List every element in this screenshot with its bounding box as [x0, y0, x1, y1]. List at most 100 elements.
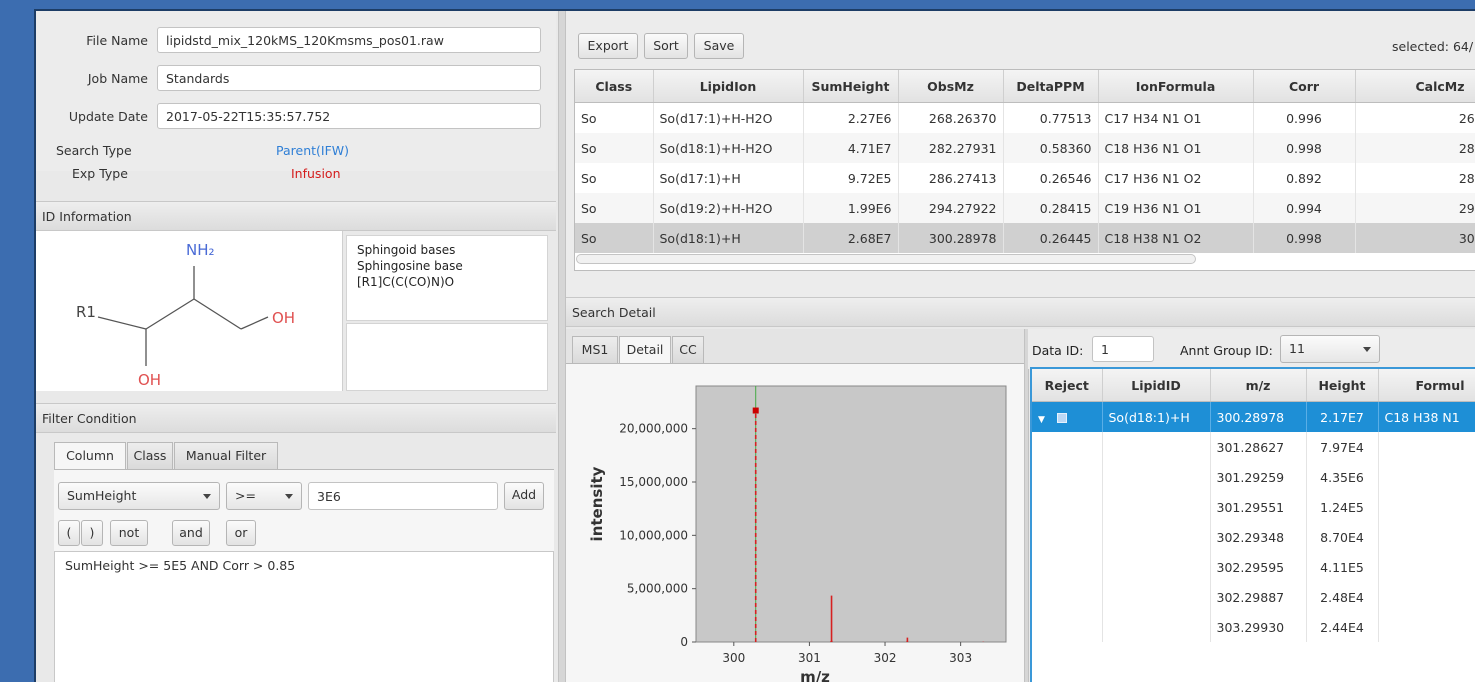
table-cell — [1378, 612, 1475, 642]
table-cell — [1032, 462, 1103, 492]
spectrum-chart[interactable]: 0 5,000,000 10,000,000 15,000,000 20,000,000… — [566, 364, 1024, 682]
tab-cc[interactable]: CC — [672, 336, 704, 364]
open-paren-button[interactable]: ( — [58, 520, 80, 546]
y-tick-label: 20,000,000 — [619, 422, 688, 436]
table-cell: 7.97E4 — [1306, 432, 1379, 462]
table-row[interactable]: 303.29930 2.44E4 — [1032, 612, 1475, 642]
column-header[interactable]: Formul — [1378, 369, 1475, 402]
file-name-field[interactable]: lipidstd_mix_120kMS_120Kmsms_pos01.raw — [157, 27, 541, 53]
filter-condition-header: Filter Condition — [36, 403, 556, 433]
peak-marker — [752, 407, 759, 414]
column-header[interactable]: LipidIon — [653, 70, 804, 103]
id-description: Sphingoid bases Sphingosine base [R1]C(C… — [346, 235, 548, 321]
table-cell: 302.29595 — [1210, 552, 1307, 582]
column-header[interactable]: CalcMz — [1355, 70, 1475, 103]
table-cell — [1032, 552, 1103, 582]
table-cell: 2.27E6 — [803, 102, 899, 133]
column-header[interactable]: LipidID — [1102, 369, 1211, 402]
y-tick-label: 10,000,000 — [619, 528, 688, 542]
column-header[interactable]: SumHeight — [803, 70, 899, 103]
table-cell: So — [575, 133, 654, 163]
column-header[interactable]: m/z — [1210, 369, 1307, 402]
oh-right-label: OH — [272, 309, 296, 327]
table-row[interactable]: ▼ So(d18:1)+H 300.28978 2.17E7 C18 H38 N1 — [1032, 401, 1475, 432]
exp-type-value: Infusion — [291, 166, 341, 181]
table-cell: So(d18:1)+H — [653, 223, 804, 253]
filter-value-input[interactable]: 3E6 — [308, 482, 498, 510]
table-row[interactable]: So So(d17:1)+H 9.72E5 286.27413 0.26546 C17 H… — [575, 163, 1475, 193]
annt-group-label: Annt Group ID: — [1180, 343, 1273, 358]
update-date-field[interactable]: 2017-05-22T15:35:57.752 — [157, 103, 541, 129]
not-button[interactable]: not — [110, 520, 148, 546]
add-button[interactable]: Add — [504, 482, 544, 510]
table-cell — [1102, 612, 1211, 642]
x-tick-label: 302 — [874, 651, 897, 665]
table-row[interactable]: 301.29551 1.24E5 — [1032, 492, 1475, 522]
tab-column[interactable]: Column — [54, 442, 126, 470]
file-info-panel: File Name lipidstd_mix_120kMS_120Kmsms_p… — [36, 11, 556, 181]
column-header[interactable]: Reject — [1032, 369, 1103, 402]
table-row[interactable]: 302.29595 4.11E5 — [1032, 552, 1475, 582]
table-cell: 0.996 — [1253, 102, 1356, 133]
table-cell: 268.26370 — [898, 102, 1004, 133]
tab-manual-filter[interactable]: Manual Filter — [174, 442, 278, 470]
table-cell: So(d17:1)+H-H2O — [653, 102, 804, 133]
operator-select-value: >= — [235, 488, 256, 503]
table-cell: 286.2740 — [1355, 163, 1475, 193]
table-cell — [1102, 522, 1211, 552]
sort-button[interactable]: Sort — [644, 33, 688, 59]
close-paren-button[interactable]: ) — [81, 520, 103, 546]
tab-detail[interactable]: Detail — [619, 336, 671, 364]
y-tick-label: 15,000,000 — [619, 475, 688, 489]
column-select[interactable]: SumHeight — [58, 482, 220, 510]
y-tick-label: 0 — [680, 635, 688, 649]
table-cell: 0.58360 — [1003, 133, 1099, 163]
table-cell: 294.27922 — [898, 193, 1004, 223]
and-button[interactable]: and — [172, 520, 210, 546]
file-name-label: File Name — [86, 33, 148, 48]
tab-ms1[interactable]: MS1 — [572, 336, 618, 364]
column-header[interactable]: Corr — [1253, 70, 1356, 103]
or-button[interactable]: or — [226, 520, 256, 546]
annt-group-select[interactable]: 11 — [1280, 335, 1380, 363]
table-row[interactable]: 301.29259 4.35E6 — [1032, 462, 1475, 492]
table-row[interactable]: So So(d18:1)+H 2.68E7 300.28978 0.26445 C18 H… — [575, 223, 1475, 253]
save-button[interactable]: Save — [694, 33, 744, 59]
detail-divider[interactable] — [1024, 329, 1029, 682]
table-cell: 0.998 — [1253, 223, 1356, 253]
table-cell: 300.2897 — [1355, 223, 1475, 253]
column-header[interactable]: ObsMz — [898, 70, 1004, 103]
r1-label: R1 — [76, 303, 96, 321]
table-cell — [1378, 582, 1475, 612]
table-cell — [1378, 522, 1475, 552]
table-cell: 300.28978 — [898, 223, 1004, 253]
table-row[interactable]: 302.29348 8.70E4 — [1032, 522, 1475, 552]
table-cell: 4.11E5 — [1306, 552, 1379, 582]
table-row[interactable]: So So(d19:2)+H-H2O 1.99E6 294.27922 0.28415 C… — [575, 193, 1475, 223]
reject-checkbox-icon[interactable] — [1056, 413, 1067, 423]
filter-expression-area[interactable]: SumHeight >= 5E5 AND Corr > 0.85 — [54, 551, 554, 682]
table-cell — [1032, 612, 1103, 642]
reject-cell: ▼ — [1032, 401, 1103, 432]
table-cell: So — [575, 163, 654, 193]
export-button[interactable]: Export — [578, 33, 638, 59]
horizontal-scrollbar[interactable] — [576, 254, 1196, 264]
column-header[interactable]: IonFormula — [1098, 70, 1254, 103]
column-header[interactable]: Class — [575, 70, 654, 103]
expand-triangle-icon[interactable]: ▼ — [1038, 415, 1045, 425]
table-cell: 0.998 — [1253, 133, 1356, 163]
column-header[interactable]: DeltaPPM — [1003, 70, 1099, 103]
data-id-input[interactable]: 1 — [1092, 336, 1154, 362]
operator-select[interactable]: >= — [226, 482, 302, 510]
table-row[interactable]: 302.29887 2.48E4 — [1032, 582, 1475, 612]
split-divider[interactable] — [558, 11, 566, 682]
job-name-field[interactable]: Standards — [157, 65, 541, 91]
table-row[interactable]: So So(d18:1)+H-H2O 4.71E7 282.27931 0.58360 C… — [575, 133, 1475, 163]
table-cell: 2.17E7 — [1306, 401, 1379, 432]
table-row[interactable]: 301.28627 7.97E4 — [1032, 432, 1475, 462]
annt-group-value: 11 — [1289, 341, 1305, 356]
table-row[interactable]: So So(d17:1)+H-H2O 2.27E6 268.26370 0.77513 C… — [575, 102, 1475, 133]
table-cell — [1032, 522, 1103, 552]
tab-class[interactable]: Class — [127, 442, 173, 470]
column-header[interactable]: Height — [1306, 369, 1379, 402]
